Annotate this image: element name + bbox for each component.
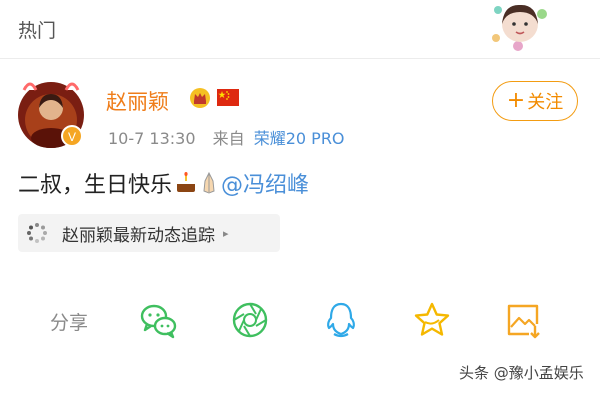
header-divider: [0, 58, 600, 59]
user-avatar[interactable]: V: [16, 80, 86, 150]
username[interactable]: 赵丽颖: [106, 86, 169, 116]
china-flag-icon: [217, 89, 239, 106]
cake-emoji-icon: [177, 172, 196, 192]
follow-button[interactable]: + 关注: [492, 81, 578, 121]
plus-icon: +: [506, 88, 526, 113]
moments-icon[interactable]: [230, 300, 270, 340]
share-label: 分享: [50, 312, 89, 334]
qzone-star-icon[interactable]: [412, 300, 452, 340]
post-text: 二叔，生日快乐 @冯绍峰: [18, 167, 309, 199]
svg-text:V: V: [68, 130, 76, 144]
tracker-label: 赵丽颖最新动态追踪: [62, 225, 215, 246]
post-source-link[interactable]: 荣耀20 PRO: [254, 129, 345, 148]
post-meta: 10-7 13:30 来自 荣耀20 PRO: [108, 125, 345, 149]
save-image-icon[interactable]: [503, 300, 543, 340]
top-bar: 热门: [0, 0, 600, 58]
post-timestamp: 10-7 13:30: [108, 129, 196, 148]
follow-label: 关注: [527, 92, 564, 113]
header-title[interactable]: 热门: [18, 16, 56, 43]
watermark: 头条 @豫小孟娱乐: [459, 364, 584, 382]
spinner-icon: [27, 223, 47, 243]
chevron-right-icon: ▸: [223, 226, 229, 240]
tracker-pill[interactable]: 赵丽颖最新动态追踪 ▸: [18, 214, 280, 252]
folded-hands-emoji-icon: [203, 171, 215, 194]
qq-icon[interactable]: [321, 300, 361, 340]
crown-vip-icon[interactable]: [189, 87, 211, 109]
source-prefix: 来自: [212, 129, 245, 148]
wechat-icon[interactable]: [139, 300, 179, 340]
post-body: 二叔，生日快乐: [18, 173, 173, 198]
mention-link[interactable]: @冯绍峰: [221, 167, 309, 199]
header-avatar-icon[interactable]: [488, 0, 552, 52]
